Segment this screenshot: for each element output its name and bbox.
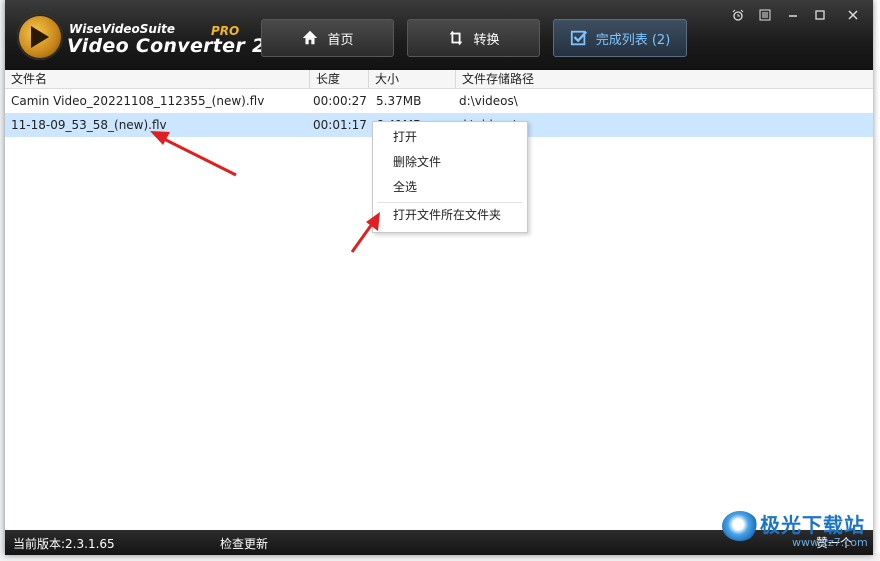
watermark-logo-icon: [722, 511, 758, 541]
background-page-edge: [872, 0, 880, 561]
table-row[interactable]: Camin Video_20221108_112355_(new).flv 00…: [5, 89, 873, 113]
brand-pro-badge: PRO: [211, 24, 240, 38]
column-header-path[interactable]: 文件存储路径: [456, 70, 873, 88]
brand-suite-name: WiseVideoSuite: [69, 22, 175, 36]
row-length: 00:00:27: [313, 94, 367, 108]
row-path: d:\videos\: [459, 94, 518, 108]
checkbox-checked-icon: [570, 30, 587, 46]
nav-convert-label: 转换: [473, 32, 500, 48]
convert-arrows-icon: [450, 30, 463, 46]
minimize-icon[interactable]: [780, 5, 806, 25]
nav-convert-button[interactable]: 转换: [407, 19, 540, 57]
menu-item-open-containing-folder[interactable]: 打开文件所在文件夹: [373, 203, 527, 227]
watermark: 极光下载站 www.xz7.com: [722, 507, 876, 557]
nav-completed-label: 完成列表 (2): [595, 32, 671, 48]
version-text: 当前版本:2.3.1.65: [13, 537, 115, 551]
menu-item-delete-file[interactable]: 删除文件: [373, 150, 527, 174]
watermark-name: 极光下载站: [760, 513, 865, 537]
app-window: WiseVideoSuite Video Converter 2 PRO 首页 …: [5, 0, 873, 555]
alarm-icon[interactable]: [725, 5, 751, 25]
table-header: 文件名 长度 大小 文件存储路径: [5, 70, 873, 89]
maximize-icon[interactable]: [807, 5, 833, 25]
column-header-filename[interactable]: 文件名: [5, 70, 310, 88]
nav-home-label: 首页: [327, 32, 354, 48]
menu-item-select-all[interactable]: 全选: [373, 175, 527, 199]
close-icon[interactable]: [840, 5, 866, 25]
menu-item-open[interactable]: 打开: [373, 125, 527, 149]
home-icon: [303, 30, 318, 45]
row-filename: 11-18-09_53_58_(new).flv: [11, 118, 167, 132]
menu-icon[interactable]: [752, 5, 778, 25]
nav-completed-list-button[interactable]: 完成列表 (2): [553, 19, 687, 57]
app-logo-icon: [17, 14, 63, 60]
column-header-length[interactable]: 长度: [310, 70, 369, 88]
column-header-size[interactable]: 大小: [369, 70, 456, 88]
row-length: 00:01:17: [313, 118, 367, 132]
watermark-url: www.xz7.com: [792, 536, 868, 549]
nav-home-button[interactable]: 首页: [261, 19, 394, 57]
title-bar: WiseVideoSuite Video Converter 2 PRO 首页 …: [5, 0, 873, 70]
row-filename: Camin Video_20221108_112355_(new).flv: [11, 94, 265, 108]
check-update-link[interactable]: 检查更新: [220, 535, 268, 552]
brand-product-name: Video Converter 2: [67, 35, 266, 57]
context-menu: 打开 删除文件 全选 打开文件所在文件夹: [372, 121, 528, 233]
row-size: 5.37MB: [376, 94, 422, 108]
